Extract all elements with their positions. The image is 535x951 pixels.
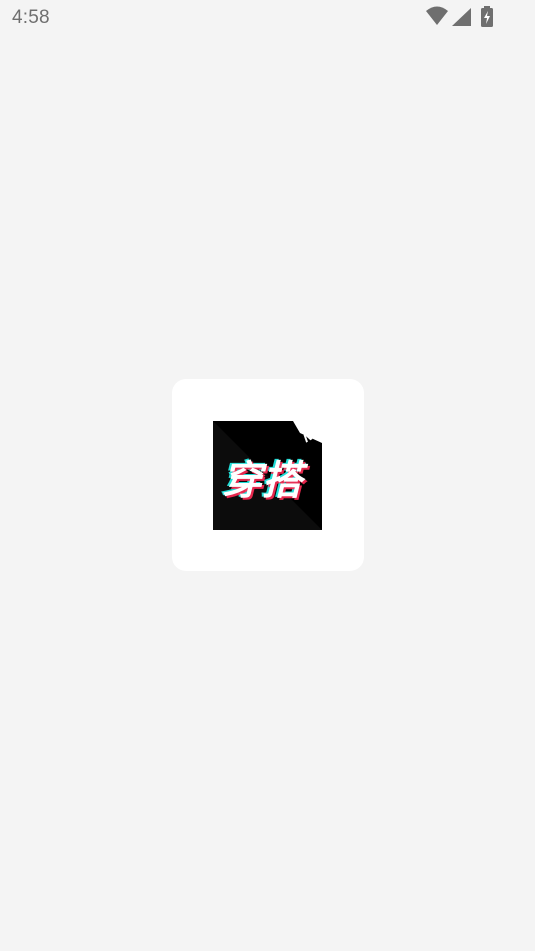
wifi-icon <box>426 6 448 25</box>
app-logo: N 穿搭 穿搭 穿搭 <box>213 421 322 530</box>
status-bar: 4:58 <box>0 0 535 36</box>
battery-charging-icon <box>481 6 493 27</box>
splash-card: N 穿搭 穿搭 穿搭 <box>172 379 364 571</box>
status-time: 4:58 <box>12 7 50 28</box>
cellular-signal-icon <box>452 8 471 26</box>
logo-text: 穿搭 <box>222 458 309 504</box>
